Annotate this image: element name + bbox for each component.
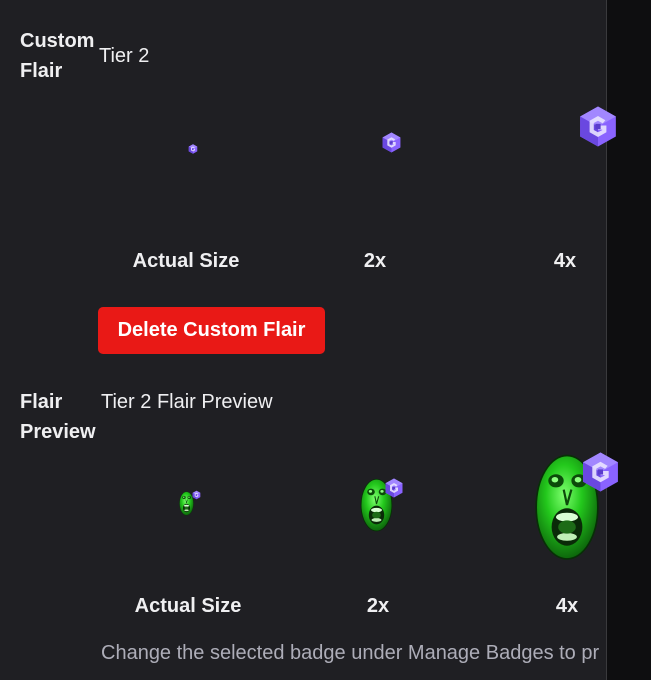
custom-flair-size-4x: 4x	[553, 250, 577, 272]
manage-badges-helper-text: Change the selected badge under Manage B…	[101, 642, 600, 664]
flair-preview-size-actual: Actual Size	[134, 595, 242, 617]
custom-flair-tier: Tier 2	[99, 45, 150, 67]
delete-custom-flair-button[interactable]: Delete Custom Flair	[98, 307, 325, 354]
gamecube-badge-icon	[577, 104, 619, 149]
flair-preview-label: Flair Preview	[20, 391, 96, 443]
gamecube-badge-icon	[192, 490, 201, 500]
side-panel-edge	[606, 0, 651, 680]
custom-flair-label: Custom Flair	[20, 30, 95, 82]
flair-preview-size-4x: 4x	[555, 595, 579, 617]
gamecube-badge-icon	[384, 477, 404, 499]
gamecube-badge-icon	[580, 450, 621, 494]
flair-preview-title: Tier 2 Flair Preview	[101, 391, 273, 413]
custom-flair-size-2x: 2x	[363, 250, 387, 272]
flair-preview-size-2x: 2x	[366, 595, 390, 617]
gamecube-badge-icon	[381, 132, 402, 153]
custom-flair-size-actual: Actual Size	[132, 250, 240, 272]
gamecube-badge-icon	[188, 144, 198, 154]
